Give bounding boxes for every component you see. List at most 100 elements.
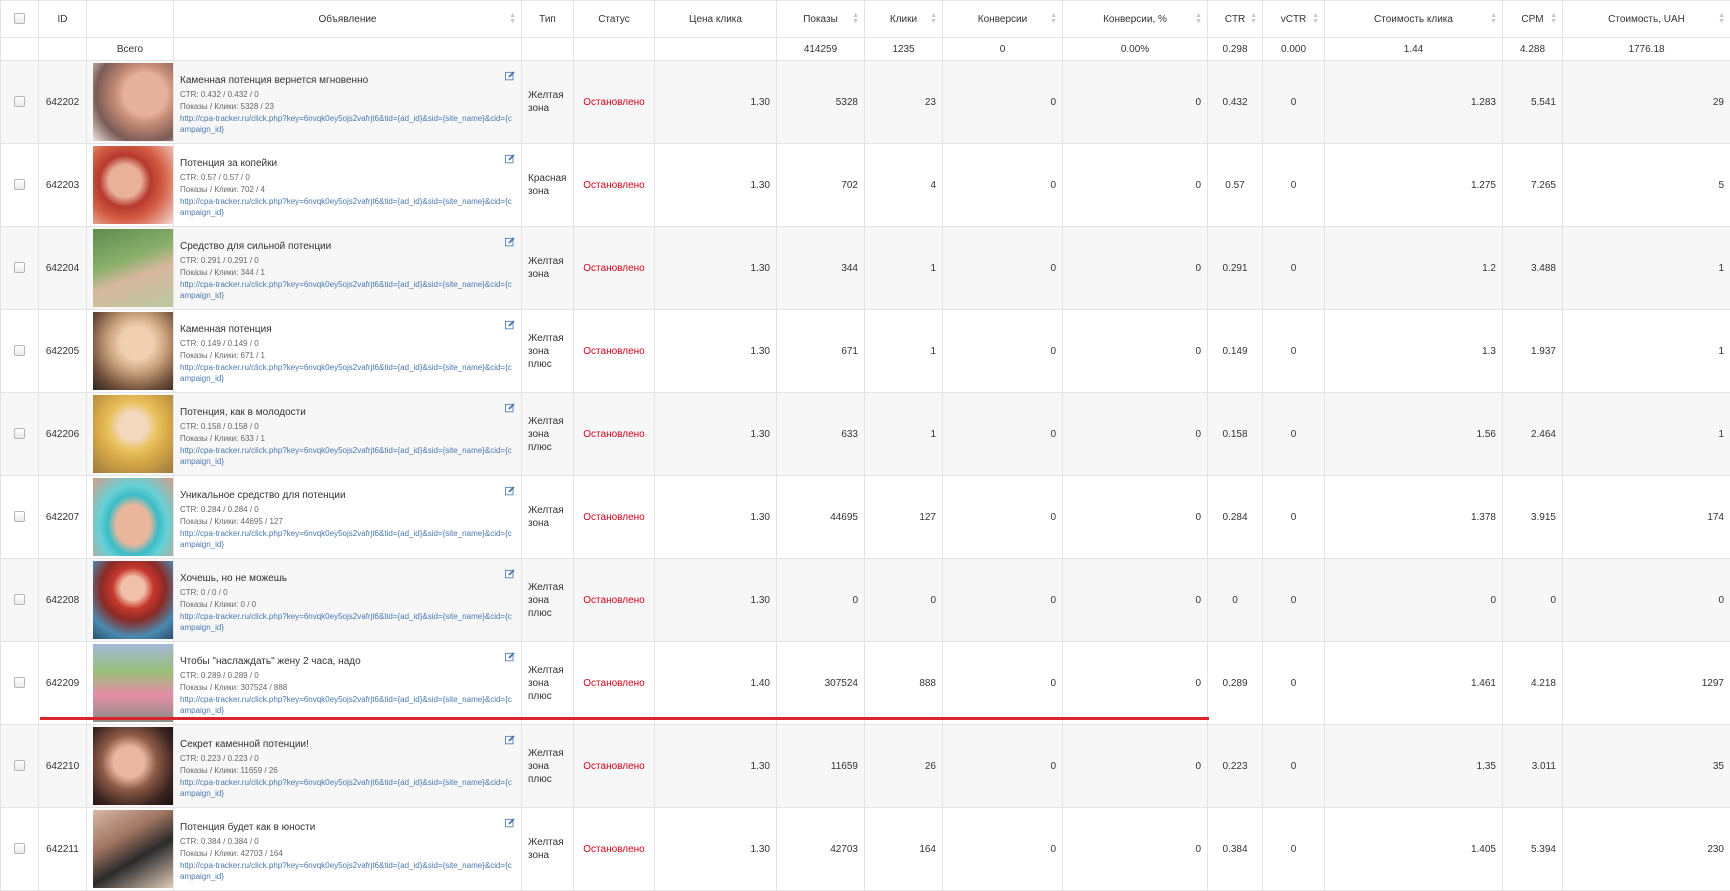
header-cpm[interactable]: CPM ▲▼ — [1503, 1, 1563, 38]
table-row: 642210 Секрет каменной потенции! CTR: 0.… — [1, 725, 1730, 808]
edit-icon[interactable] — [505, 652, 515, 662]
header-click-cost[interactable]: Стоимость клика ▲▼ — [1325, 1, 1503, 38]
row-checkbox[interactable] — [14, 760, 25, 771]
click-cost-value: 1.283 — [1325, 61, 1503, 144]
header-ctr[interactable]: CTR ▲▼ — [1208, 1, 1263, 38]
ad-title[interactable]: Средство для сильной потенции — [180, 241, 515, 252]
row-checkbox[interactable] — [14, 179, 25, 190]
row-checkbox[interactable] — [14, 511, 25, 522]
edit-icon[interactable] — [505, 71, 515, 81]
click-cost-value: 1.461 — [1325, 642, 1503, 725]
ad-tracking-link[interactable]: http://cpa-tracker.ru/click.php?key=6nvq… — [180, 362, 515, 384]
ad-tracking-link[interactable]: http://cpa-tracker.ru/click.php?key=6nvq… — [180, 611, 515, 633]
ad-thumbnail[interactable] — [93, 146, 173, 224]
click-price: 1.30 — [655, 61, 777, 144]
cpm-value: 7.265 — [1503, 144, 1563, 227]
header-clicks-label: Клики — [890, 14, 917, 25]
ad-title[interactable]: Потенция за копейки — [180, 158, 515, 169]
ad-title[interactable]: Потенция будет как в юности — [180, 822, 515, 833]
sort-arrows-icon[interactable]: ▲▼ — [1490, 13, 1497, 25]
sort-arrows-icon[interactable]: ▲▼ — [1050, 13, 1057, 25]
ad-type: Желтая зона — [522, 61, 574, 144]
status-badge: Остановлено — [574, 642, 655, 725]
ad-title[interactable]: Каменная потенция вернется мгновенно — [180, 75, 515, 86]
header-ad[interactable]: Объявление ▲▼ — [174, 1, 522, 38]
ad-title[interactable]: Уникальное средство для потенции — [180, 490, 515, 501]
ad-title[interactable]: Хочешь, но не можешь — [180, 573, 515, 584]
sort-arrows-icon[interactable]: ▲▼ — [1250, 13, 1257, 25]
ad-thumbnail[interactable] — [93, 810, 173, 888]
header-type[interactable]: Тип — [522, 1, 574, 38]
edit-icon[interactable] — [505, 569, 515, 579]
edit-icon[interactable] — [505, 154, 515, 164]
cost-value: 35 — [1563, 725, 1730, 808]
conversions-pct-value: 0 — [1063, 642, 1208, 725]
status-badge: Остановлено — [574, 393, 655, 476]
ad-thumbnail[interactable] — [93, 63, 173, 141]
ad-thumbnail[interactable] — [93, 561, 173, 639]
row-checkbox[interactable] — [14, 677, 25, 688]
ad-thumbnail-cell — [87, 642, 174, 725]
ad-tracking-link[interactable]: http://cpa-tracker.ru/click.php?key=6nvq… — [180, 113, 515, 135]
row-checkbox[interactable] — [14, 594, 25, 605]
ad-thumbnail[interactable] — [93, 229, 173, 307]
impressions-value: 11659 — [777, 725, 865, 808]
edit-icon[interactable] — [505, 403, 515, 413]
ad-tracking-link[interactable]: http://cpa-tracker.ru/click.php?key=6nvq… — [180, 694, 515, 716]
header-vctr[interactable]: vCTR ▲▼ — [1263, 1, 1325, 38]
table-row: 642203 Потенция за копейки CTR: 0.57 / 0… — [1, 144, 1730, 227]
sort-arrows-icon[interactable]: ▲▼ — [852, 13, 859, 25]
header-thumb — [87, 1, 174, 38]
row-checkbox[interactable] — [14, 345, 25, 356]
vctr-value: 0 — [1263, 725, 1325, 808]
ad-title[interactable]: Потенция, как в молодости — [180, 407, 515, 418]
header-conversions[interactable]: Конверсии ▲▼ — [943, 1, 1063, 38]
edit-icon[interactable] — [505, 486, 515, 496]
ad-thumbnail[interactable] — [93, 727, 173, 805]
ctr-value: 0.432 — [1208, 61, 1263, 144]
ad-thumbnail[interactable] — [93, 478, 173, 556]
ad-thumbnail[interactable] — [93, 312, 173, 390]
edit-icon[interactable] — [505, 320, 515, 330]
ad-thumbnail[interactable] — [93, 395, 173, 473]
header-status[interactable]: Статус — [574, 1, 655, 38]
row-checkbox[interactable] — [14, 96, 25, 107]
header-id[interactable]: ID — [39, 1, 87, 38]
ad-ctr-line: CTR: 0.384 / 0.384 / 0 — [180, 836, 515, 848]
row-checkbox[interactable] — [14, 262, 25, 273]
edit-icon[interactable] — [505, 818, 515, 828]
row-checkbox[interactable] — [14, 843, 25, 854]
ad-title[interactable]: Секрет каменной потенции! — [180, 739, 515, 750]
vctr-value: 0 — [1263, 808, 1325, 891]
header-conversions-pct[interactable]: Конверсии, % ▲▼ — [1063, 1, 1208, 38]
ad-tracking-link[interactable]: http://cpa-tracker.ru/click.php?key=6nvq… — [180, 777, 515, 799]
ad-title[interactable]: Каменная потенция — [180, 324, 515, 335]
select-all-checkbox[interactable] — [14, 13, 25, 24]
header-price[interactable]: Цена клика — [655, 1, 777, 38]
edit-icon[interactable] — [505, 237, 515, 247]
ad-tracking-link[interactable]: http://cpa-tracker.ru/click.php?key=6nvq… — [180, 196, 515, 218]
edit-icon[interactable] — [505, 735, 515, 745]
ad-thumbnail[interactable] — [93, 644, 173, 722]
header-cost[interactable]: Стоимость, UAH ▲▼ — [1563, 1, 1730, 38]
row-checkbox[interactable] — [14, 428, 25, 439]
sort-arrows-icon[interactable]: ▲▼ — [1550, 13, 1557, 25]
totals-empty — [39, 38, 87, 61]
vctr-value: 0 — [1263, 227, 1325, 310]
sort-arrows-icon[interactable]: ▲▼ — [930, 13, 937, 25]
ad-tracking-link[interactable]: http://cpa-tracker.ru/click.php?key=6nvq… — [180, 445, 515, 467]
ad-tracking-link[interactable]: http://cpa-tracker.ru/click.php?key=6nvq… — [180, 528, 515, 550]
header-clicks[interactable]: Клики ▲▼ — [865, 1, 943, 38]
ad-tracking-link[interactable]: http://cpa-tracker.ru/click.php?key=6nvq… — [180, 279, 515, 301]
header-impressions[interactable]: Показы ▲▼ — [777, 1, 865, 38]
click-price: 1.30 — [655, 808, 777, 891]
ad-type: Желтая зона — [522, 808, 574, 891]
sort-arrows-icon[interactable]: ▲▼ — [1718, 13, 1725, 25]
sort-arrows-icon[interactable]: ▲▼ — [509, 13, 516, 25]
row-id: 642203 — [39, 144, 87, 227]
status-badge: Остановлено — [574, 310, 655, 393]
cpm-value: 1.937 — [1503, 310, 1563, 393]
sort-arrows-icon[interactable]: ▲▼ — [1195, 13, 1202, 25]
ad-title[interactable]: Чтобы "наслаждать" жену 2 часа, надо — [180, 656, 515, 667]
sort-arrows-icon[interactable]: ▲▼ — [1312, 13, 1319, 25]
